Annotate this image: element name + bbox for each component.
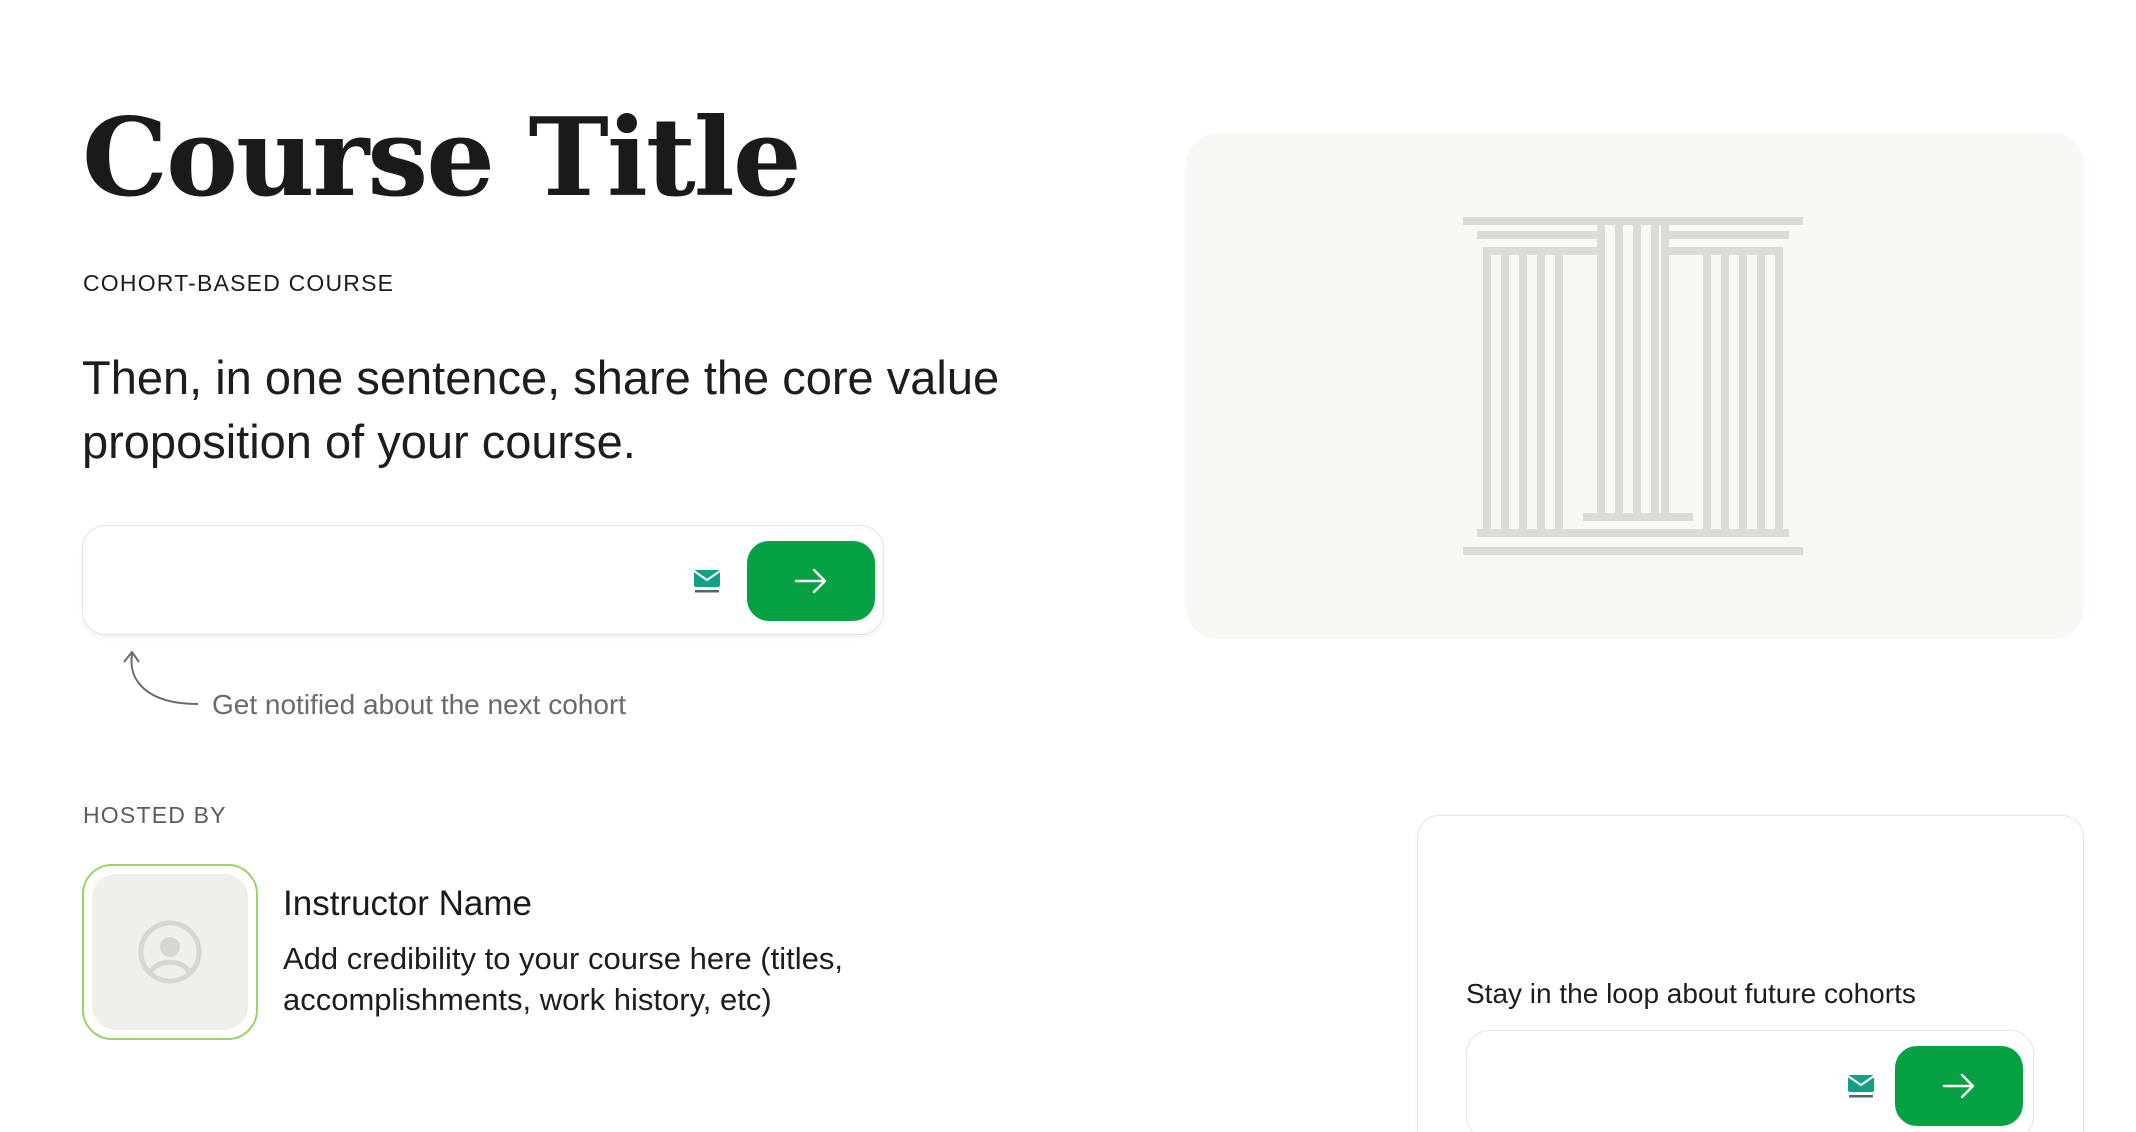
submit-email-button[interactable] [747,541,875,621]
email-signup-box [82,525,884,635]
curved-arrow-up-icon [123,651,199,705]
arrow-right-icon [794,568,827,594]
newsletter-card: Stay in the loop about future cohorts [1417,815,2084,1132]
avatar [92,874,248,1030]
tempmail-envelope-icon[interactable] [691,568,723,596]
user-placeholder-icon [138,920,202,984]
pillars-logo-icon [1463,217,1803,555]
course-type-label: COHORT-BASED COURSE [83,270,395,296]
hosted-by-label: HOSTED BY [83,802,227,828]
instructor-avatar-frame [82,864,258,1040]
value-proposition: Then, in one sentence, share the core va… [82,351,1000,468]
newsletter-submit-button[interactable] [1895,1046,2023,1126]
newsletter-email-box [1466,1030,2034,1132]
instructor-name: Instructor Name [283,884,532,923]
course-title: Course Title [82,95,802,221]
newsletter-email-input[interactable] [1487,1051,1831,1121]
arrow-right-icon [1942,1073,1975,1099]
instructor-bio: Add credibility to your course here (tit… [283,941,843,1017]
newsletter-text: Stay in the loop about future cohorts [1466,978,1916,1009]
signup-hint: Get notified about the next cohort [212,689,627,720]
tempmail-envelope-icon[interactable] [1845,1073,1877,1101]
course-landing-page: Course Title COHORT-BASED COURSE Then, i… [0,0,2136,1132]
hero-image [1186,133,2084,639]
email-input[interactable] [103,546,667,616]
